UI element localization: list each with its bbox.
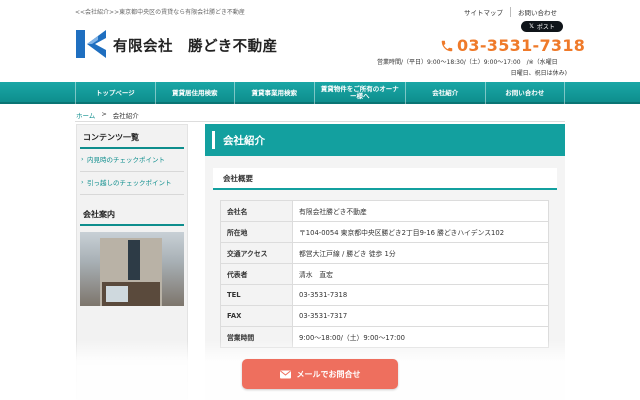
company-info-heading: 会社案内 xyxy=(80,205,184,226)
office-photo xyxy=(80,232,184,306)
table-row: 会社名 有限会社勝どき不動産 xyxy=(220,200,549,222)
header-tagline: <<会社紹介>>東京都中央区の賃貸なら有限会社勝どき不動産 xyxy=(75,9,245,16)
phone-number[interactable]: 03-3531-7318 xyxy=(457,36,585,55)
x-post-button[interactable]: 𝕏 ポスト xyxy=(521,21,563,32)
row-value: 有限会社勝どき不動産 xyxy=(292,200,549,222)
nav-business-search[interactable]: 賃貸事業用検索 xyxy=(234,82,314,104)
top-links: サイトマップ お問い合わせ xyxy=(457,7,564,17)
row-key: 会社名 xyxy=(220,200,293,222)
table-row: TEL 03-3531-7318 xyxy=(220,284,549,306)
row-value: 都営大江戸線 / 勝どき 徒歩 1分 xyxy=(292,242,549,264)
mail-contact-button[interactable]: メールでお問合せ xyxy=(242,359,398,389)
nav-owners[interactable]: 賃貸物件をご所有のオーナー様へ xyxy=(313,82,406,104)
section-heading: 会社概要 xyxy=(213,168,557,190)
row-key: FAX xyxy=(220,305,293,327)
nav-top[interactable]: トップページ xyxy=(75,82,155,104)
nav-company[interactable]: 会社紹介 xyxy=(405,82,485,104)
page-title: 会社紹介 xyxy=(205,124,565,156)
table-row: 交通アクセス 都営大江戸線 / 勝どき 徒歩 1分 xyxy=(220,242,549,264)
nav-contact[interactable]: お問い合わせ xyxy=(484,82,565,104)
sitemap-link[interactable]: サイトマップ xyxy=(457,7,510,17)
company-name[interactable]: 有限会社 勝どき不動産 xyxy=(113,35,278,56)
breadcrumb: ホーム > 会社紹介 xyxy=(76,110,139,120)
x-post-label: ポスト xyxy=(536,24,555,31)
phone-icon xyxy=(441,40,453,51)
row-key: 所在地 xyxy=(220,221,293,243)
row-value: 03-3531-7318 xyxy=(292,284,549,306)
sidebar-link-viewing-checkpoints[interactable]: 内見時のチェックポイント xyxy=(80,149,184,172)
row-value: 〒104-0054 東京都中央区勝どき2丁目9-16 勝どきハイデンス102 xyxy=(292,221,549,243)
nav-residential-search[interactable]: 賃貸居住用検索 xyxy=(154,82,235,104)
contact-top-link[interactable]: お問い合わせ xyxy=(510,7,564,17)
table-row: 代表者 清水 直宏 xyxy=(220,263,549,285)
table-row: FAX 03-3531-7317 xyxy=(220,305,549,327)
sidebar-link-moving-checkpoints[interactable]: 引っ越しのチェックポイント xyxy=(80,172,184,195)
row-key: 交通アクセス xyxy=(220,242,293,264)
mail-contact-label: メールでお問合せ xyxy=(296,369,361,379)
envelope-icon xyxy=(279,370,291,378)
breadcrumb-current: 会社紹介 xyxy=(112,112,139,120)
company-info-table: 会社名 有限会社勝どき不動産 所在地 〒104-0054 東京都中央区勝どき2丁目9… xyxy=(220,200,549,348)
contents-heading: コンテンツ一覧 xyxy=(80,128,184,149)
row-value: 03-3531-7317 xyxy=(292,305,549,327)
row-key: 代表者 xyxy=(220,263,293,285)
global-nav: トップページ 賃貸居住用検索 賃貸事業用検索 賃貸物件をご所有のオーナー様へ 会… xyxy=(0,82,640,104)
table-row: 所在地 〒104-0054 東京都中央区勝どき2丁目9-16 勝どきハイデンス10… xyxy=(220,221,549,243)
x-logo-icon: 𝕏 xyxy=(529,23,534,30)
breadcrumb-separator: > xyxy=(101,110,107,118)
hours-line-1: 営業時間/（平日）9:00～18:30/（土）9:00～17:00 /※（水曜日 xyxy=(377,59,558,66)
business-hours: 営業時間/（平日）9:00～18:30/（土）9:00～17:00 /※（水曜日… xyxy=(377,57,567,79)
breadcrumb-home[interactable]: ホーム xyxy=(76,110,95,120)
breadcrumb-divider xyxy=(75,121,565,122)
phone-block[interactable]: 03-3531-7318 xyxy=(440,36,585,55)
row-value: 清水 直宏 xyxy=(292,263,549,285)
company-logo-icon[interactable] xyxy=(76,30,106,58)
hours-line-2: 日曜日、祝日は休み) xyxy=(510,70,567,77)
row-key: TEL xyxy=(220,284,293,306)
